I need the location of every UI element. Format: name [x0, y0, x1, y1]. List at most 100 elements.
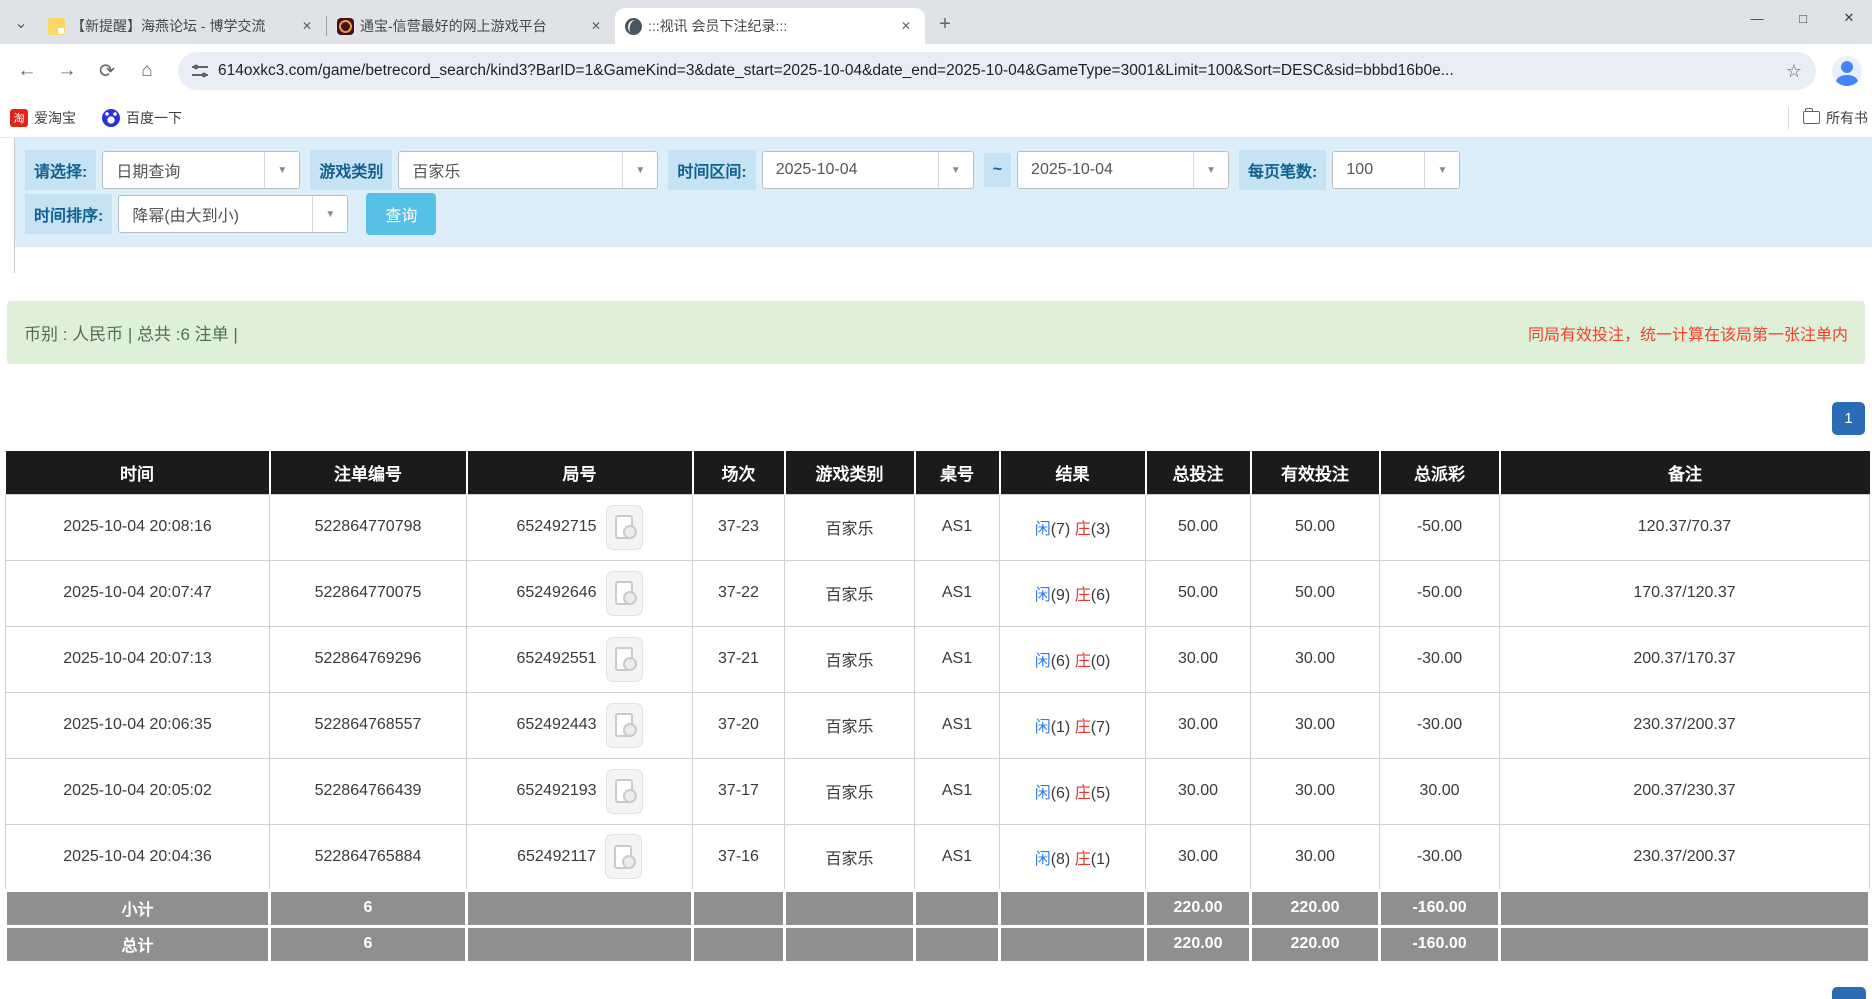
banker-label: 庄: [1075, 587, 1091, 604]
tab-close-icon[interactable]: ✕: [897, 17, 915, 35]
page-size-label: 每页笔数:: [1239, 150, 1326, 190]
video-replay-button[interactable]: [605, 834, 642, 879]
tab-close-icon[interactable]: ✕: [587, 17, 605, 35]
video-replay-button[interactable]: [606, 637, 643, 682]
reload-icon[interactable]: ⟳: [90, 54, 124, 88]
empty-cell: [915, 890, 1000, 926]
cell-round-id: 652492117: [467, 824, 693, 890]
col-game-kind: 游戏类别: [785, 451, 915, 494]
cell-session: 37-17: [693, 758, 785, 824]
banker-label: 庄: [1075, 785, 1091, 802]
new-tab-button[interactable]: +: [931, 10, 959, 38]
date-start-select[interactable]: 2025-10-04 ▼: [762, 151, 974, 189]
bookmark-baidu[interactable]: 百度一下: [102, 108, 182, 128]
folder-icon: [1803, 111, 1820, 124]
date-end-value: 2025-10-04: [1018, 161, 1193, 179]
banker-score: (6): [1091, 587, 1111, 604]
chevron-down-icon[interactable]: ▼: [938, 152, 973, 188]
game-kind-select[interactable]: 百家乐 ▼: [398, 151, 658, 189]
address-bar[interactable]: 614oxkc3.com/game/betrecord_search/kind3…: [178, 52, 1816, 90]
cell-note: 200.37/230.37: [1500, 758, 1870, 824]
round-id: 652492551: [516, 650, 596, 668]
back-icon[interactable]: ←: [10, 54, 44, 88]
site-settings-icon[interactable]: [192, 64, 208, 78]
minimize-button[interactable]: —: [1734, 0, 1780, 36]
all-bookmarks[interactable]: 所有书: [1788, 107, 1868, 129]
profile-avatar[interactable]: [1832, 56, 1862, 86]
date-end-select[interactable]: 2025-10-04 ▼: [1017, 151, 1229, 189]
cell-total-bet[interactable]: 50.00: [1146, 494, 1251, 560]
player-score: (1): [1051, 719, 1071, 736]
banker-label: 庄: [1075, 521, 1091, 538]
round-id: 652492715: [516, 518, 596, 536]
video-replay-button[interactable]: [606, 505, 643, 550]
cell-table-no: AS1: [915, 758, 1000, 824]
cell-result: 闲(6) 庄(0): [1000, 626, 1146, 692]
url-text[interactable]: 614oxkc3.com/game/betrecord_search/kind3…: [218, 62, 1776, 80]
player-score: (7): [1051, 521, 1071, 538]
total-payout: -160.00: [1380, 926, 1500, 962]
cell-total-bet[interactable]: 30.00: [1146, 626, 1251, 692]
empty-cell: [1000, 926, 1146, 962]
tab-tongbao[interactable]: 通宝-信营最好的网上游戏平台 ✕: [327, 8, 615, 44]
chevron-down-icon[interactable]: ▼: [1193, 152, 1228, 188]
page-1-button[interactable]: 1: [1832, 402, 1865, 435]
page-size-select[interactable]: 100 ▼: [1332, 151, 1460, 189]
home-icon[interactable]: ⌂: [130, 54, 164, 88]
taobao-icon: 淘: [10, 109, 28, 127]
cell-round-id: 652492551: [467, 626, 693, 692]
cell-time: 2025-10-04 20:05:02: [6, 758, 270, 824]
chevron-down-icon[interactable]: ▼: [1424, 152, 1459, 188]
total-total-bet: 220.00: [1146, 926, 1251, 962]
player-score: (9): [1051, 587, 1071, 604]
table-header-row: 时间 注单编号 局号 场次 游戏类别 桌号 结果 总投注 有效投注 总派彩 备注: [6, 451, 1870, 494]
cell-payout: -50.00: [1380, 560, 1500, 626]
sort-select[interactable]: 降幂(由大到小) ▼: [118, 195, 348, 233]
query-button[interactable]: 查询: [366, 193, 436, 235]
tab-close-icon[interactable]: ✕: [298, 17, 316, 35]
tab-bet-records-active[interactable]: :::视讯 会员下注纪录::: ✕: [615, 8, 925, 44]
chevron-down-icon[interactable]: ▼: [264, 152, 299, 188]
tab-title: 【新提醒】海燕论坛 - 博学交流: [71, 16, 292, 36]
table-row: 2025-10-04 20:07:47 522864770075 6524926…: [6, 560, 1870, 626]
empty-cell: [785, 926, 915, 962]
video-replay-button[interactable]: [606, 769, 643, 814]
tab-haiyan-forum[interactable]: 【新提醒】海燕论坛 - 博学交流 ✕: [38, 8, 326, 44]
cell-valid-bet: 30.00: [1251, 626, 1380, 692]
cell-session: 37-22: [693, 560, 785, 626]
video-file-icon: [615, 515, 633, 539]
chevron-down-icon[interactable]: ▼: [312, 196, 347, 232]
forward-icon[interactable]: →: [50, 54, 84, 88]
cell-note: 230.37/200.37: [1500, 692, 1870, 758]
cell-game: 百家乐: [785, 560, 915, 626]
chevron-down-icon[interactable]: ▼: [622, 152, 657, 188]
date-start-value: 2025-10-04: [763, 161, 938, 179]
tilde-separator: ~: [984, 153, 1011, 187]
tab-search-icon[interactable]: ⌄: [4, 6, 38, 40]
cell-total-bet[interactable]: 30.00: [1146, 824, 1251, 890]
cell-session: 37-23: [693, 494, 785, 560]
col-result: 结果: [1000, 451, 1146, 494]
cell-session: 37-20: [693, 692, 785, 758]
bookmark-star-icon[interactable]: ☆: [1786, 61, 1802, 82]
summary-bar: 币别 : 人民币 | 总共 :6 注单 | 同局有效投注，统一计算在该局第一张注…: [7, 301, 1865, 364]
close-window-button[interactable]: ✕: [1826, 0, 1872, 36]
cell-total-bet[interactable]: 30.00: [1146, 692, 1251, 758]
cell-bet-id: 522864766439: [270, 758, 467, 824]
cell-result: 闲(6) 庄(5): [1000, 758, 1146, 824]
col-total-bet: 总投注: [1146, 451, 1251, 494]
page-button-partial[interactable]: [1832, 987, 1866, 999]
subtotal-count: 6: [270, 890, 467, 926]
video-replay-button[interactable]: [606, 571, 643, 616]
cell-total-bet[interactable]: 30.00: [1146, 758, 1251, 824]
total-row: 总计 6 220.00 220.00 -160.00: [6, 926, 1870, 962]
player-label: 闲: [1035, 653, 1051, 670]
cell-total-bet[interactable]: 50.00: [1146, 560, 1251, 626]
bookmark-aitaobao[interactable]: 淘 爱淘宝: [10, 108, 76, 128]
total-count: 6: [270, 926, 467, 962]
banker-score: (0): [1091, 653, 1111, 670]
cell-time: 2025-10-04 20:06:35: [6, 692, 270, 758]
maximize-button[interactable]: □: [1780, 0, 1826, 36]
video-replay-button[interactable]: [606, 703, 643, 748]
query-type-select[interactable]: 日期查询 ▼: [102, 151, 300, 189]
